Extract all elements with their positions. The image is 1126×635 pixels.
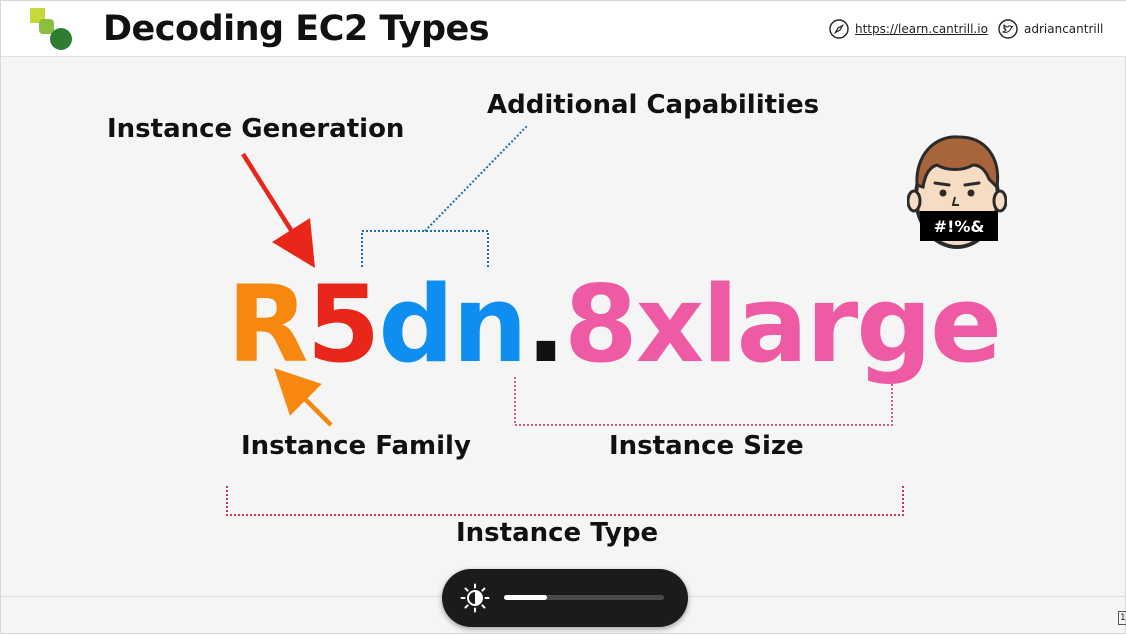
instance-type-code: R5dn.8xlarge <box>227 263 1002 386</box>
capabilities-letters: dn <box>378 263 527 386</box>
instance-generation-label: Instance Generation <box>107 114 405 144</box>
instance-size-label: Instance Size <box>609 431 804 461</box>
brightness-slider[interactable] <box>504 595 664 600</box>
capabilities-bracket <box>361 230 489 267</box>
type-bracket <box>226 486 904 516</box>
generation-number: 5 <box>306 263 381 386</box>
brightness-control[interactable] <box>442 569 688 627</box>
slide: Decoding EC2 Types https://learn.cantril… <box>0 0 1126 634</box>
size-text: 8xlarge <box>564 263 1002 386</box>
brightness-icon[interactable] <box>460 583 490 613</box>
family-arrow <box>274 368 333 427</box>
presenter-avatar: #!%& <box>907 135 1007 249</box>
separator-dot: . <box>525 263 566 386</box>
instance-type-label: Instance Type <box>456 518 659 548</box>
brightness-slider-fill <box>504 595 548 600</box>
family-letter: R <box>227 263 309 386</box>
instance-family-label: Instance Family <box>241 431 471 461</box>
generation-arrow <box>241 152 316 269</box>
additional-capabilities-label: Additional Capabilities <box>487 90 820 120</box>
page-number: 1 <box>1118 611 1126 625</box>
capabilities-connector <box>424 124 529 232</box>
censor-text: #!%& <box>934 217 985 236</box>
